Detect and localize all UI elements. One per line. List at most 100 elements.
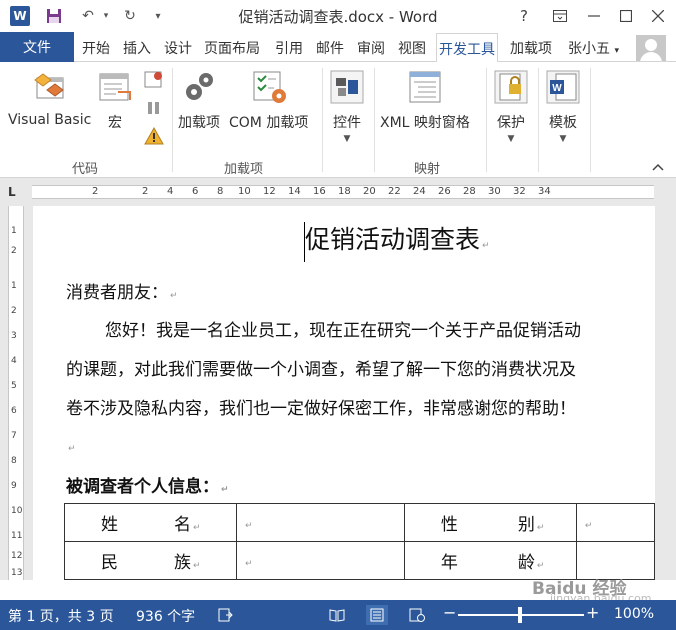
ruler-number: 6: [11, 406, 17, 416]
maximize-button[interactable]: [614, 4, 638, 28]
zoom-in-button[interactable]: +: [586, 603, 599, 622]
tab-references[interactable]: 引用: [275, 38, 303, 60]
horizontal-ruler[interactable]: 2 2 4 6 8 10 12 14 16 18 20 22 24 26 28 …: [32, 185, 654, 199]
ruler-number: 11: [11, 531, 23, 541]
template-button[interactable]: W 模板 ▼: [546, 70, 580, 144]
chevron-down-icon: ▼: [559, 134, 567, 144]
protect-button[interactable]: 保护 ▼: [494, 70, 528, 144]
ruler-number: 12: [263, 186, 276, 197]
addins-button[interactable]: 加载项: [178, 70, 220, 132]
word-count[interactable]: 936 个字: [136, 606, 195, 626]
addins-label: 加载项: [178, 115, 220, 131]
page-count[interactable]: 第 1 页，共 3 页: [8, 606, 114, 626]
xml-mapping-pane-button[interactable]: XML 映射窗格: [380, 70, 470, 132]
minimize-button[interactable]: [582, 4, 606, 28]
customize-toolbar-icon[interactable]: ▾: [148, 6, 168, 26]
close-button[interactable]: [646, 4, 670, 28]
avatar[interactable]: [636, 35, 666, 61]
tab-home[interactable]: 开始: [82, 38, 110, 60]
tab-addins[interactable]: 加载项: [510, 38, 552, 60]
ruler-number: 1: [11, 226, 17, 236]
group-code-label: 代码: [72, 162, 99, 177]
info-table: 姓名 ↵ ↵ 性别 ↵ ↵ 民族 ↵ ↵ 年龄 ↵: [64, 503, 655, 580]
word-app-icon[interactable]: W: [10, 6, 30, 26]
ribbon-display-options-icon[interactable]: [548, 4, 572, 28]
table-cell[interactable]: 性别 ↵: [403, 503, 577, 542]
macro-security-icon[interactable]: [144, 126, 164, 150]
zoom-level[interactable]: 100%: [614, 606, 654, 622]
paragraph-line: 卷不涉及隐私内容，我们也一定做好保密工作，非常感谢您的帮助！: [66, 399, 576, 419]
help-button[interactable]: ?: [512, 4, 536, 28]
table-cell[interactable]: ↵: [575, 503, 655, 542]
tab-file[interactable]: 文件: [0, 32, 74, 62]
proofing-icon[interactable]: [214, 605, 236, 625]
ruler-number: 2: [142, 186, 149, 197]
table-cell[interactable]: ↵: [235, 503, 405, 542]
table-cell[interactable]: 姓名 ↵: [64, 503, 237, 542]
ruler-number: 2: [92, 186, 99, 197]
visual-basic-label: Visual Basic: [8, 112, 92, 128]
ruler-number: 14: [288, 186, 301, 197]
ruler-number: 32: [513, 186, 526, 197]
tab-page-layout[interactable]: 页面布局: [204, 38, 260, 60]
table-cell[interactable]: ↵: [235, 541, 405, 580]
ruler-number: 4: [11, 356, 17, 366]
collapse-ribbon-icon[interactable]: [652, 160, 664, 174]
record-macro-icon[interactable]: [144, 70, 164, 94]
save-icon[interactable]: [44, 6, 64, 26]
tab-selector[interactable]: L: [8, 185, 16, 199]
paragraph-line: 您好！我是一名企业员工，现在正在研究一个关于产品促销活动: [105, 321, 581, 341]
print-layout-icon[interactable]: [366, 605, 388, 625]
undo-dropdown-icon[interactable]: ▾: [96, 6, 116, 26]
section-heading: 被调查者个人信息： ↵: [66, 477, 229, 497]
zoom-out-button[interactable]: −: [443, 603, 456, 622]
vertical-ruler[interactable]: 1 2 1 2 3 4 5 6 7 8 9 10 11 12 13: [8, 206, 24, 580]
ribbon-developer: Visual Basic 宏 代码 加载项 COM 加载项 加载项 控件 ▼ X…: [0, 62, 676, 178]
document-title: 促销活动调查表 ↵: [305, 225, 490, 254]
ruler-number: 3: [11, 331, 17, 341]
tab-review[interactable]: 审阅: [357, 38, 385, 60]
group-separator: [538, 68, 539, 172]
redo-icon[interactable]: ↻: [120, 6, 140, 26]
svg-text:W: W: [552, 83, 562, 94]
tab-view[interactable]: 视图: [398, 38, 426, 60]
tab-design[interactable]: 设计: [164, 38, 192, 60]
document-page[interactable]: 促销活动调查表 ↵ 消费者朋友： ↵ 您好！我是一名企业员工，现在正在研究一个关于产…: [33, 206, 655, 580]
table-cell[interactable]: 年龄 ↵: [403, 541, 577, 580]
user-account[interactable]: 张小五 ▾: [568, 38, 619, 58]
ruler-number: 26: [438, 186, 451, 197]
undo-icon[interactable]: ↶: [78, 6, 98, 26]
document-area: 促销活动调查表 ↵ 消费者朋友： ↵ 您好！我是一名企业员工，现在正在研究一个关于产…: [0, 206, 676, 580]
web-layout-icon[interactable]: [406, 605, 428, 625]
controls-button[interactable]: 控件 ▼: [330, 70, 364, 144]
xml-mapping-label: XML 映射窗格: [380, 115, 470, 131]
chevron-down-icon: ▾: [614, 46, 619, 56]
ruler-number: 24: [413, 186, 426, 197]
macros-label: 宏: [108, 115, 122, 131]
pause-recording-icon[interactable]: [144, 98, 164, 122]
gears-icon: [182, 70, 216, 104]
ruler-number: 8: [11, 456, 17, 466]
visual-basic-icon: [33, 70, 67, 104]
group-separator: [486, 68, 487, 172]
table-cell[interactable]: [575, 541, 655, 580]
group-separator: [172, 68, 173, 172]
macros-icon: [98, 70, 132, 104]
visual-basic-button[interactable]: Visual Basic: [8, 70, 91, 128]
table-row: 姓名 ↵ ↵ 性别 ↵ ↵: [64, 503, 655, 542]
com-addins-button[interactable]: COM 加载项: [229, 70, 308, 132]
document-template-icon: W: [546, 70, 580, 104]
table-cell[interactable]: 民族 ↵: [64, 541, 237, 580]
tab-mailings[interactable]: 邮件: [316, 38, 344, 60]
template-label: 模板: [549, 115, 577, 131]
chevron-down-icon: ▼: [507, 134, 515, 144]
macros-button[interactable]: 宏: [98, 70, 132, 132]
tab-insert[interactable]: 插入: [123, 38, 151, 60]
controls-label: 控件: [333, 115, 361, 131]
read-mode-icon[interactable]: [326, 605, 348, 625]
user-name: 张小五: [568, 41, 610, 57]
ruler-number: 2: [11, 306, 17, 316]
ruler-number: 20: [363, 186, 376, 197]
zoom-slider-thumb[interactable]: [518, 607, 522, 623]
tab-developer[interactable]: 开发工具: [436, 33, 498, 63]
